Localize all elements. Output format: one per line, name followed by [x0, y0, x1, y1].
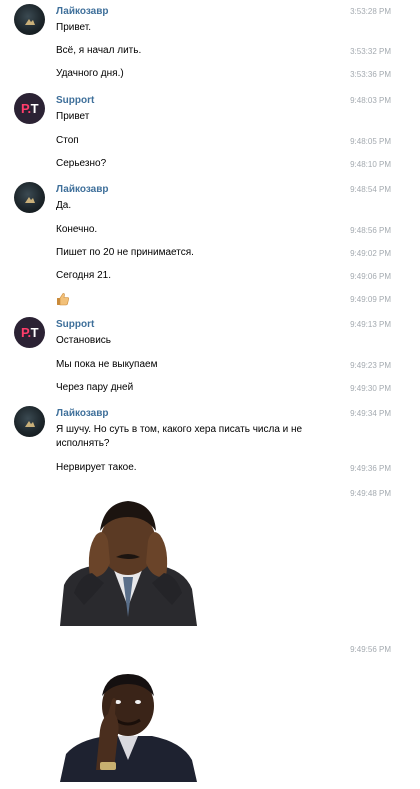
message-time: 9:48:03 PM: [350, 96, 391, 105]
message-text: Остановись: [56, 335, 111, 346]
message-time: 9:48:56 PM: [350, 226, 391, 235]
author-name[interactable]: Support: [56, 95, 94, 106]
message-text: Мы пока не выкупаем: [56, 359, 158, 370]
message-time: 9:49:23 PM: [350, 361, 391, 370]
avatar-support[interactable]: P.T: [14, 93, 45, 124]
avatar-laikozavr[interactable]: [14, 4, 45, 35]
message-time: 9:49:06 PM: [350, 272, 391, 281]
facepalm-man-icon: [60, 501, 197, 626]
author-name[interactable]: Лайкозавр: [56, 6, 108, 17]
message-time: 9:49:48 PM: [350, 489, 391, 498]
message-time: 9:48:54 PM: [350, 185, 391, 194]
thinking-man-icon: [60, 674, 197, 782]
message-text: Я шучу. Но суть в том, какого хера писат…: [56, 424, 303, 449]
avatar-figure-icon: [25, 197, 35, 203]
message-text: Стоп: [56, 135, 79, 146]
facepalm-sticker[interactable]: [60, 497, 197, 626]
message-time: 9:49:56 PM: [350, 645, 391, 654]
message-time: 9:48:10 PM: [350, 160, 391, 169]
message-time: 9:49:02 PM: [350, 249, 391, 258]
thinking-sticker[interactable]: [60, 670, 197, 782]
message-text: Пишет по 20 не принимается.: [56, 247, 194, 258]
avatar-figure-icon: [25, 421, 35, 427]
avatar-figure-icon: [25, 19, 35, 25]
message-text: Привет.: [56, 22, 92, 33]
avatar-laikozavr[interactable]: [14, 182, 45, 213]
message-text: Серьезно?: [56, 158, 107, 169]
message-time: 3:53:36 PM: [350, 70, 391, 79]
avatar-support[interactable]: P.T: [14, 317, 45, 348]
support-logo: P.T: [20, 101, 39, 116]
message-time: 9:49:30 PM: [350, 384, 391, 393]
message-time: 9:49:09 PM: [350, 295, 391, 304]
message-text: Через пару дней: [56, 382, 134, 393]
message-time: 3:53:32 PM: [350, 47, 391, 56]
message-text: Всё, я начал лить.: [56, 45, 142, 56]
author-name[interactable]: Support: [56, 319, 94, 330]
message-time: 9:48:05 PM: [350, 137, 391, 146]
avatar-laikozavr[interactable]: [14, 406, 45, 437]
thumbs-up-icon: [57, 293, 69, 306]
support-logo: P.T: [20, 325, 39, 340]
message-text: Нервирует такое.: [56, 462, 137, 473]
message-time: 9:49:36 PM: [350, 464, 391, 473]
message-text: Привет: [56, 111, 90, 122]
message-text: Сегодня 21.: [56, 270, 112, 281]
message-time: 3:53:28 PM: [350, 7, 391, 16]
message-time: 9:49:34 PM: [350, 409, 391, 418]
message-text: Конечно.: [56, 224, 98, 235]
message-text: Да.: [56, 200, 72, 211]
message-time: 9:49:13 PM: [350, 320, 391, 329]
author-name[interactable]: Лайкозавр: [56, 408, 108, 419]
author-name[interactable]: Лайкозавр: [56, 184, 108, 195]
message-text: Удачного дня.): [56, 68, 124, 79]
